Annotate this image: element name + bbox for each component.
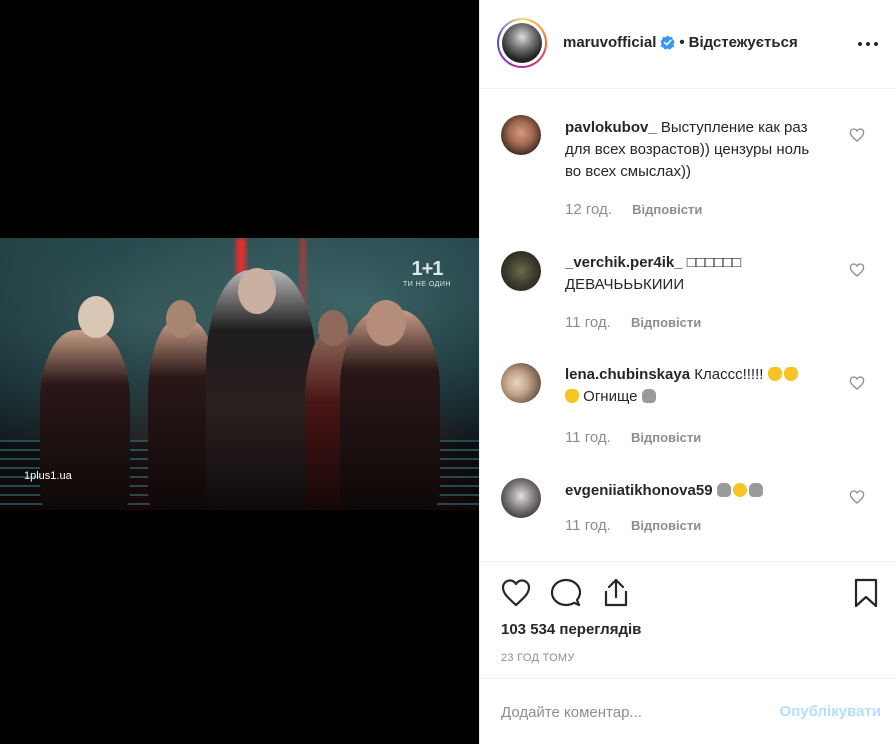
more-options-icon[interactable]: [857, 34, 879, 54]
like-comment-icon[interactable]: [849, 262, 865, 278]
hand-emoji-icon: [767, 367, 782, 381]
like-heart-icon[interactable]: [500, 577, 532, 609]
comment-time[interactable]: 12 год.: [565, 201, 612, 218]
video-player[interactable]: 1+1 ТИ НЕ ОДИН 1plus1.ua: [0, 238, 479, 510]
like-comment-icon[interactable]: [849, 489, 865, 505]
comment-time[interactable]: 11 год.: [565, 517, 611, 534]
thumbs-emoji-icon: [748, 483, 763, 497]
comment-meta: 11 год. Відповісти: [565, 517, 701, 534]
comment-body: pavlokubov_ Выступление как раз для всех…: [565, 117, 825, 183]
dancer-head: [166, 300, 196, 338]
comment-time[interactable]: 11 год.: [565, 429, 611, 446]
hand-emoji-icon: [783, 367, 798, 381]
comment-username[interactable]: _verchik.per4ik_: [565, 254, 683, 271]
avatar-ring-inner: [499, 20, 545, 66]
comment-username[interactable]: lena.chubinskaya: [565, 366, 690, 383]
post-side-panel: maruvofficial • Відстежується pavlokubov…: [479, 0, 896, 744]
post-actions: 103 534 переглядів 23 ГОД ТОМУ: [480, 561, 896, 678]
header-separator: •: [679, 34, 685, 51]
comment-body: lena.chubinskaya Классс!!!!! Огнище: [565, 364, 825, 408]
dancer-head: [78, 296, 114, 338]
reply-button[interactable]: Відповісти: [631, 518, 701, 533]
avatar-image: [502, 23, 542, 63]
reply-button[interactable]: Відповісти: [631, 430, 701, 445]
comment-meta: 11 год. Відповісти: [565, 429, 701, 446]
comment-bubble-icon[interactable]: [550, 577, 582, 609]
comment-avatar[interactable]: [501, 478, 541, 518]
comment-username[interactable]: pavlokubov_: [565, 119, 657, 136]
header-text: maruvofficial • Відстежується: [563, 34, 798, 51]
watermark: 1plus1.ua: [24, 470, 72, 482]
dancer-head: [238, 268, 276, 314]
smile-emoji-icon: [732, 483, 747, 497]
comment-avatar[interactable]: [501, 251, 541, 291]
dancer-head: [318, 310, 348, 346]
comment-text: Классс!!!!!: [694, 366, 764, 383]
media-pane: 1+1 ТИ НЕ ОДИН 1plus1.ua: [0, 0, 479, 744]
verified-badge-icon: [660, 35, 675, 50]
bookmark-icon[interactable]: [850, 577, 882, 609]
comment-avatar[interactable]: [501, 115, 541, 155]
comment-input[interactable]: [501, 700, 761, 724]
comment-username[interactable]: evgeniiatikhonova59: [565, 482, 713, 499]
hand-emoji-icon: [565, 389, 579, 403]
post-timestamp[interactable]: 23 ГОД ТОМУ: [501, 652, 575, 664]
views-count[interactable]: 103 534 переглядів: [501, 621, 641, 638]
channel-logo-text: 1+1: [411, 258, 444, 280]
channel-tagline: ТИ НЕ ОДИН: [402, 281, 451, 288]
comment-body: evgeniiatikhonova59: [565, 480, 825, 502]
add-comment-section: Опублікувати: [480, 678, 896, 744]
like-comment-icon[interactable]: [849, 127, 865, 143]
comment-text-continued: Огнище: [583, 388, 638, 405]
comment-body: _verchik.per4ik_ □□□□□□ ДЕВАЧЬЬЬКИИИ: [565, 252, 825, 296]
comment-meta: 11 год. Відповісти: [565, 314, 701, 331]
like-comment-icon[interactable]: [849, 375, 865, 391]
dancer-head: [366, 300, 406, 346]
share-icon[interactable]: [600, 577, 632, 609]
comment-avatar[interactable]: [501, 363, 541, 403]
dancer: [40, 330, 130, 510]
username-link[interactable]: maruvofficial: [563, 34, 656, 51]
post-header: maruvofficial • Відстежується: [480, 0, 896, 89]
channel-logo: 1+1 ТИ НЕ ОДИН: [403, 258, 451, 288]
publish-button[interactable]: Опублікувати: [780, 703, 881, 720]
reply-button[interactable]: Відповісти: [631, 315, 701, 330]
thumbs-emoji-icon: [641, 389, 656, 403]
avatar[interactable]: [497, 18, 547, 68]
comments-list[interactable]: pavlokubov_ Выступление как раз для всех…: [480, 89, 896, 561]
reply-button[interactable]: Відповісти: [632, 202, 702, 217]
comment-meta: 12 год. Відповісти: [565, 201, 702, 218]
comment-time[interactable]: 11 год.: [565, 314, 611, 331]
following-button[interactable]: Відстежується: [689, 34, 798, 51]
thumbs-emoji-icon: [716, 483, 731, 497]
